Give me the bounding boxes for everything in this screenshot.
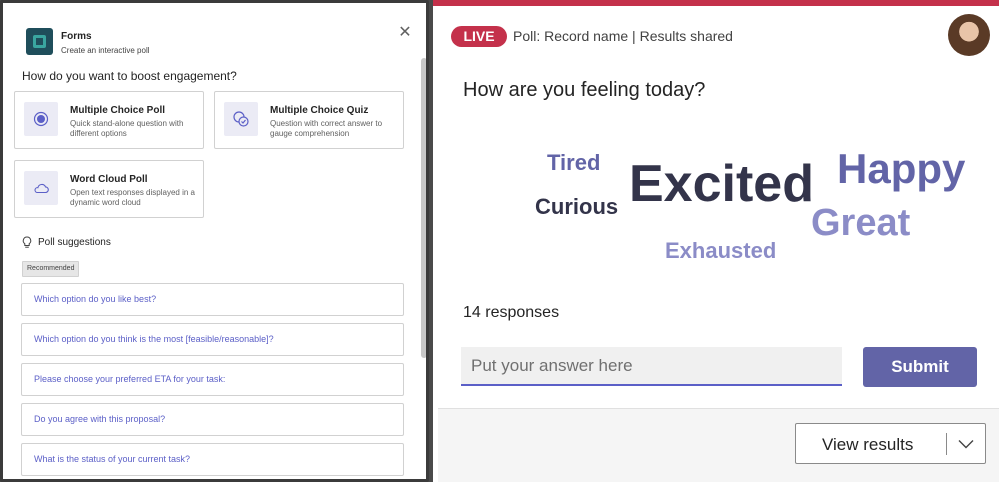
card-title: Multiple Choice Quiz [270,105,369,116]
forms-app-icon [26,28,53,55]
multiple-choice-quiz-card[interactable]: Multiple Choice Quiz Question with corre… [214,91,404,149]
word-cloud-word: Tired [547,150,601,175]
poll-suggestions-heading: Poll suggestions [22,236,111,249]
app-subtitle: Create an interactive poll [61,46,150,55]
card-description: Quick stand-alone question with differen… [70,119,184,138]
view-results-button[interactable]: View results [795,423,986,464]
radio-circle-icon [24,102,58,136]
recommended-badge: Recommended [22,261,80,277]
app-title: Forms [61,31,92,42]
multiple-choice-poll-card[interactable]: Multiple Choice Poll Quick stand-alone q… [14,91,204,149]
forms-panel: Forms Create an interactive poll ✕ How d… [0,0,429,482]
suggestions-label: Poll suggestions [38,237,111,248]
poll-status-line: Poll: Record name | Results shared [513,28,733,44]
suggestion-item[interactable]: Which option do you like best? [21,283,404,316]
suggestion-item[interactable]: Please choose your preferred ETA for you… [21,363,404,396]
close-icon[interactable]: ✕ [396,24,414,42]
word-cloud-poll-card[interactable]: Word Cloud Poll Open text responses disp… [14,160,204,218]
poll-question: How are you feeling today? [463,79,706,101]
avatar[interactable] [948,14,990,56]
answer-input[interactable] [461,347,842,386]
card-description: Open text responses displayed in a dynam… [70,188,195,207]
suggestion-item[interactable]: What is the status of your current task? [21,443,404,476]
suggestion-item[interactable]: Which option do you think is the most [f… [21,323,404,356]
live-badge: LIVE [451,26,507,47]
button-divider [946,433,947,455]
word-cloud-word: Happy [837,145,966,192]
card-title: Word Cloud Poll [70,174,148,185]
engagement-heading: How do you want to boost engagement? [22,69,237,83]
responses-count: 14 responses [463,304,560,321]
word-cloud-word: Great [811,202,911,244]
quiz-check-icon [224,102,258,136]
chevron-down-icon[interactable] [954,432,978,456]
suggestion-item[interactable]: Do you agree with this proposal? [21,403,404,436]
submit-button[interactable]: Submit [863,347,977,387]
word-cloud-word: Excited [629,155,814,213]
view-results-label: View results [822,435,914,454]
card-description: Question with correct answer to gauge co… [270,119,383,138]
cloud-icon [24,171,58,205]
lightbulb-icon [22,236,32,248]
card-title: Multiple Choice Poll [70,105,166,116]
word-cloud-word: Exhausted [665,238,777,263]
live-poll-panel: LIVE Poll: Record name | Results shared … [433,0,999,482]
word-cloud-word: Curious [535,194,619,219]
live-accent-bar [433,0,999,6]
scrollbar[interactable] [421,58,426,358]
